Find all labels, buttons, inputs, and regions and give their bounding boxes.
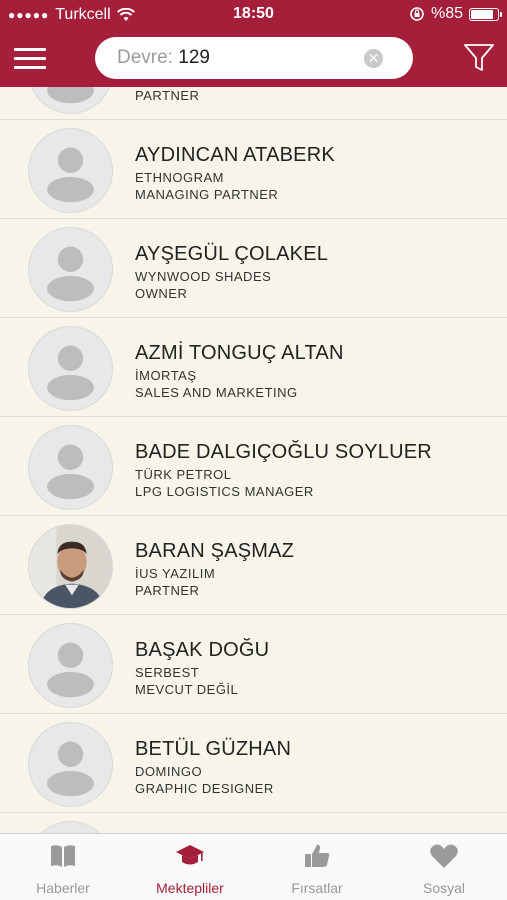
member-name: BAŞAK DOĞU <box>135 639 270 661</box>
member-company: DOMINGO <box>135 764 203 779</box>
member-title: OWNER <box>135 286 188 301</box>
avatar <box>28 87 113 114</box>
profile-photo <box>29 525 112 608</box>
default-user-icon <box>47 642 94 698</box>
list-item[interactable]: AYDINCAN ATABERK ETHNOGRAM MANAGING PARTNE… <box>0 120 507 219</box>
tab-label: Sosyal <box>422 880 466 896</box>
avatar <box>28 722 113 807</box>
member-title: PARTNER <box>135 583 200 598</box>
avatar <box>28 623 113 708</box>
avatar <box>28 821 113 833</box>
member-company: ETHNOGRAM <box>135 170 224 185</box>
clear-search-icon[interactable]: ✕ <box>364 49 383 68</box>
default-user-icon <box>47 246 94 302</box>
default-user-icon <box>47 147 94 203</box>
default-user-icon <box>47 741 94 797</box>
member-title: SALES AND MARKETING <box>135 385 298 400</box>
avatar <box>28 128 113 213</box>
tab-sosyal[interactable]: Sosyal <box>381 834 507 900</box>
search-value: 129 <box>178 47 210 68</box>
orientation-lock-icon <box>410 7 424 21</box>
battery-info: %85 <box>409 5 502 23</box>
menu-bar-icon <box>14 66 46 69</box>
default-user-icon <box>47 87 94 104</box>
list-item[interactable]: AYŞEGÜL ÇOLAKEL WYNWOOD SHADES OWNER <box>0 219 507 318</box>
member-name: BETÜL GÜZHAN <box>135 738 292 760</box>
list-item[interactable]: BARAN ŞAŞMAZ İUS YAZILIM PARTNER <box>0 516 507 615</box>
member-title: GRAPHIC DESIGNER <box>135 781 274 796</box>
menu-bar-icon <box>14 48 46 51</box>
member-name: AYDINCAN ATABERK <box>135 144 335 166</box>
member-title: PARTNER <box>135 88 200 103</box>
list-item[interactable]: PARTNER <box>0 87 507 120</box>
member-company: İUS YAZILIM <box>135 566 216 581</box>
member-list: PARTNER AYDINCAN ATABERK ETHNOGRAM MANAGIN… <box>0 87 507 833</box>
member-name: AZMİ TONGUÇ ALTAN <box>135 342 344 364</box>
app-header: ●●●●● Turkcell 18:50 %85 Devre: 129 ✕ <box>0 0 507 87</box>
member-company: WYNWOOD SHADES <box>135 269 272 284</box>
list-item[interactable]: BETÜL GÜZHAN DOMINGO GRAPHIC DESIGNER <box>0 714 507 813</box>
member-company: SERBEST <box>135 665 200 680</box>
member-title: MANAGING PARTNER <box>135 187 279 202</box>
list-item[interactable]: BADE DALGIÇOĞLU SOYLUER TÜRK PETROL LPG LO… <box>0 417 507 516</box>
book-icon <box>51 845 75 867</box>
tab-label: Mektepliler <box>156 880 224 896</box>
member-company: İMORTAŞ <box>135 368 197 383</box>
tab-label: Haberler <box>36 880 90 896</box>
member-name: AYŞEGÜL ÇOLAKEL <box>135 243 329 265</box>
default-user-icon <box>47 444 94 500</box>
default-user-icon <box>47 345 94 401</box>
member-title: LPG LOGISTICS MANAGER <box>135 484 314 499</box>
avatar <box>28 524 113 609</box>
hamburger-menu-button[interactable] <box>14 48 46 72</box>
member-name: BADE DALGIÇOĞLU SOYLUER <box>135 441 432 463</box>
tab-mektepliler[interactable]: Mektepliler <box>127 834 253 900</box>
member-name: BARAN ŞAŞMAZ <box>135 540 295 562</box>
search-prefix: Devre: <box>117 47 173 68</box>
tab-bar: Haberler Mektepliler Fırsatlar Sosyal <box>0 833 507 900</box>
tab-firsatlar[interactable]: Fırsatlar <box>254 834 380 900</box>
avatar <box>28 326 113 411</box>
member-company: TÜRK PETROL <box>135 467 232 482</box>
thumbs-up-icon <box>305 844 330 867</box>
list-item[interactable]: AZMİ TONGUÇ ALTAN İMORTAŞ SALES AND MARKET… <box>0 318 507 417</box>
member-title: MEVCUT DEĞİL <box>135 682 239 697</box>
graduation-cap-icon <box>176 845 204 865</box>
avatar <box>28 227 113 312</box>
tab-haberler[interactable]: Haberler <box>0 834 126 900</box>
status-bar: ●●●●● Turkcell 18:50 %85 <box>0 0 507 30</box>
menu-bar-icon <box>14 57 46 60</box>
filter-icon[interactable] <box>463 42 495 74</box>
list-item[interactable]: BAŞAK DOĞU SERBEST MEVCUT DEĞİL <box>0 615 507 714</box>
tab-label: Fırsatlar <box>291 880 343 896</box>
search-input[interactable]: Devre: 129 ✕ <box>95 37 413 79</box>
default-user-icon <box>29 822 112 833</box>
battery-icon <box>469 7 502 21</box>
list-item[interactable] <box>0 813 507 833</box>
avatar <box>28 425 113 510</box>
battery-percent: %85 <box>430 5 463 22</box>
heart-icon <box>430 844 458 868</box>
